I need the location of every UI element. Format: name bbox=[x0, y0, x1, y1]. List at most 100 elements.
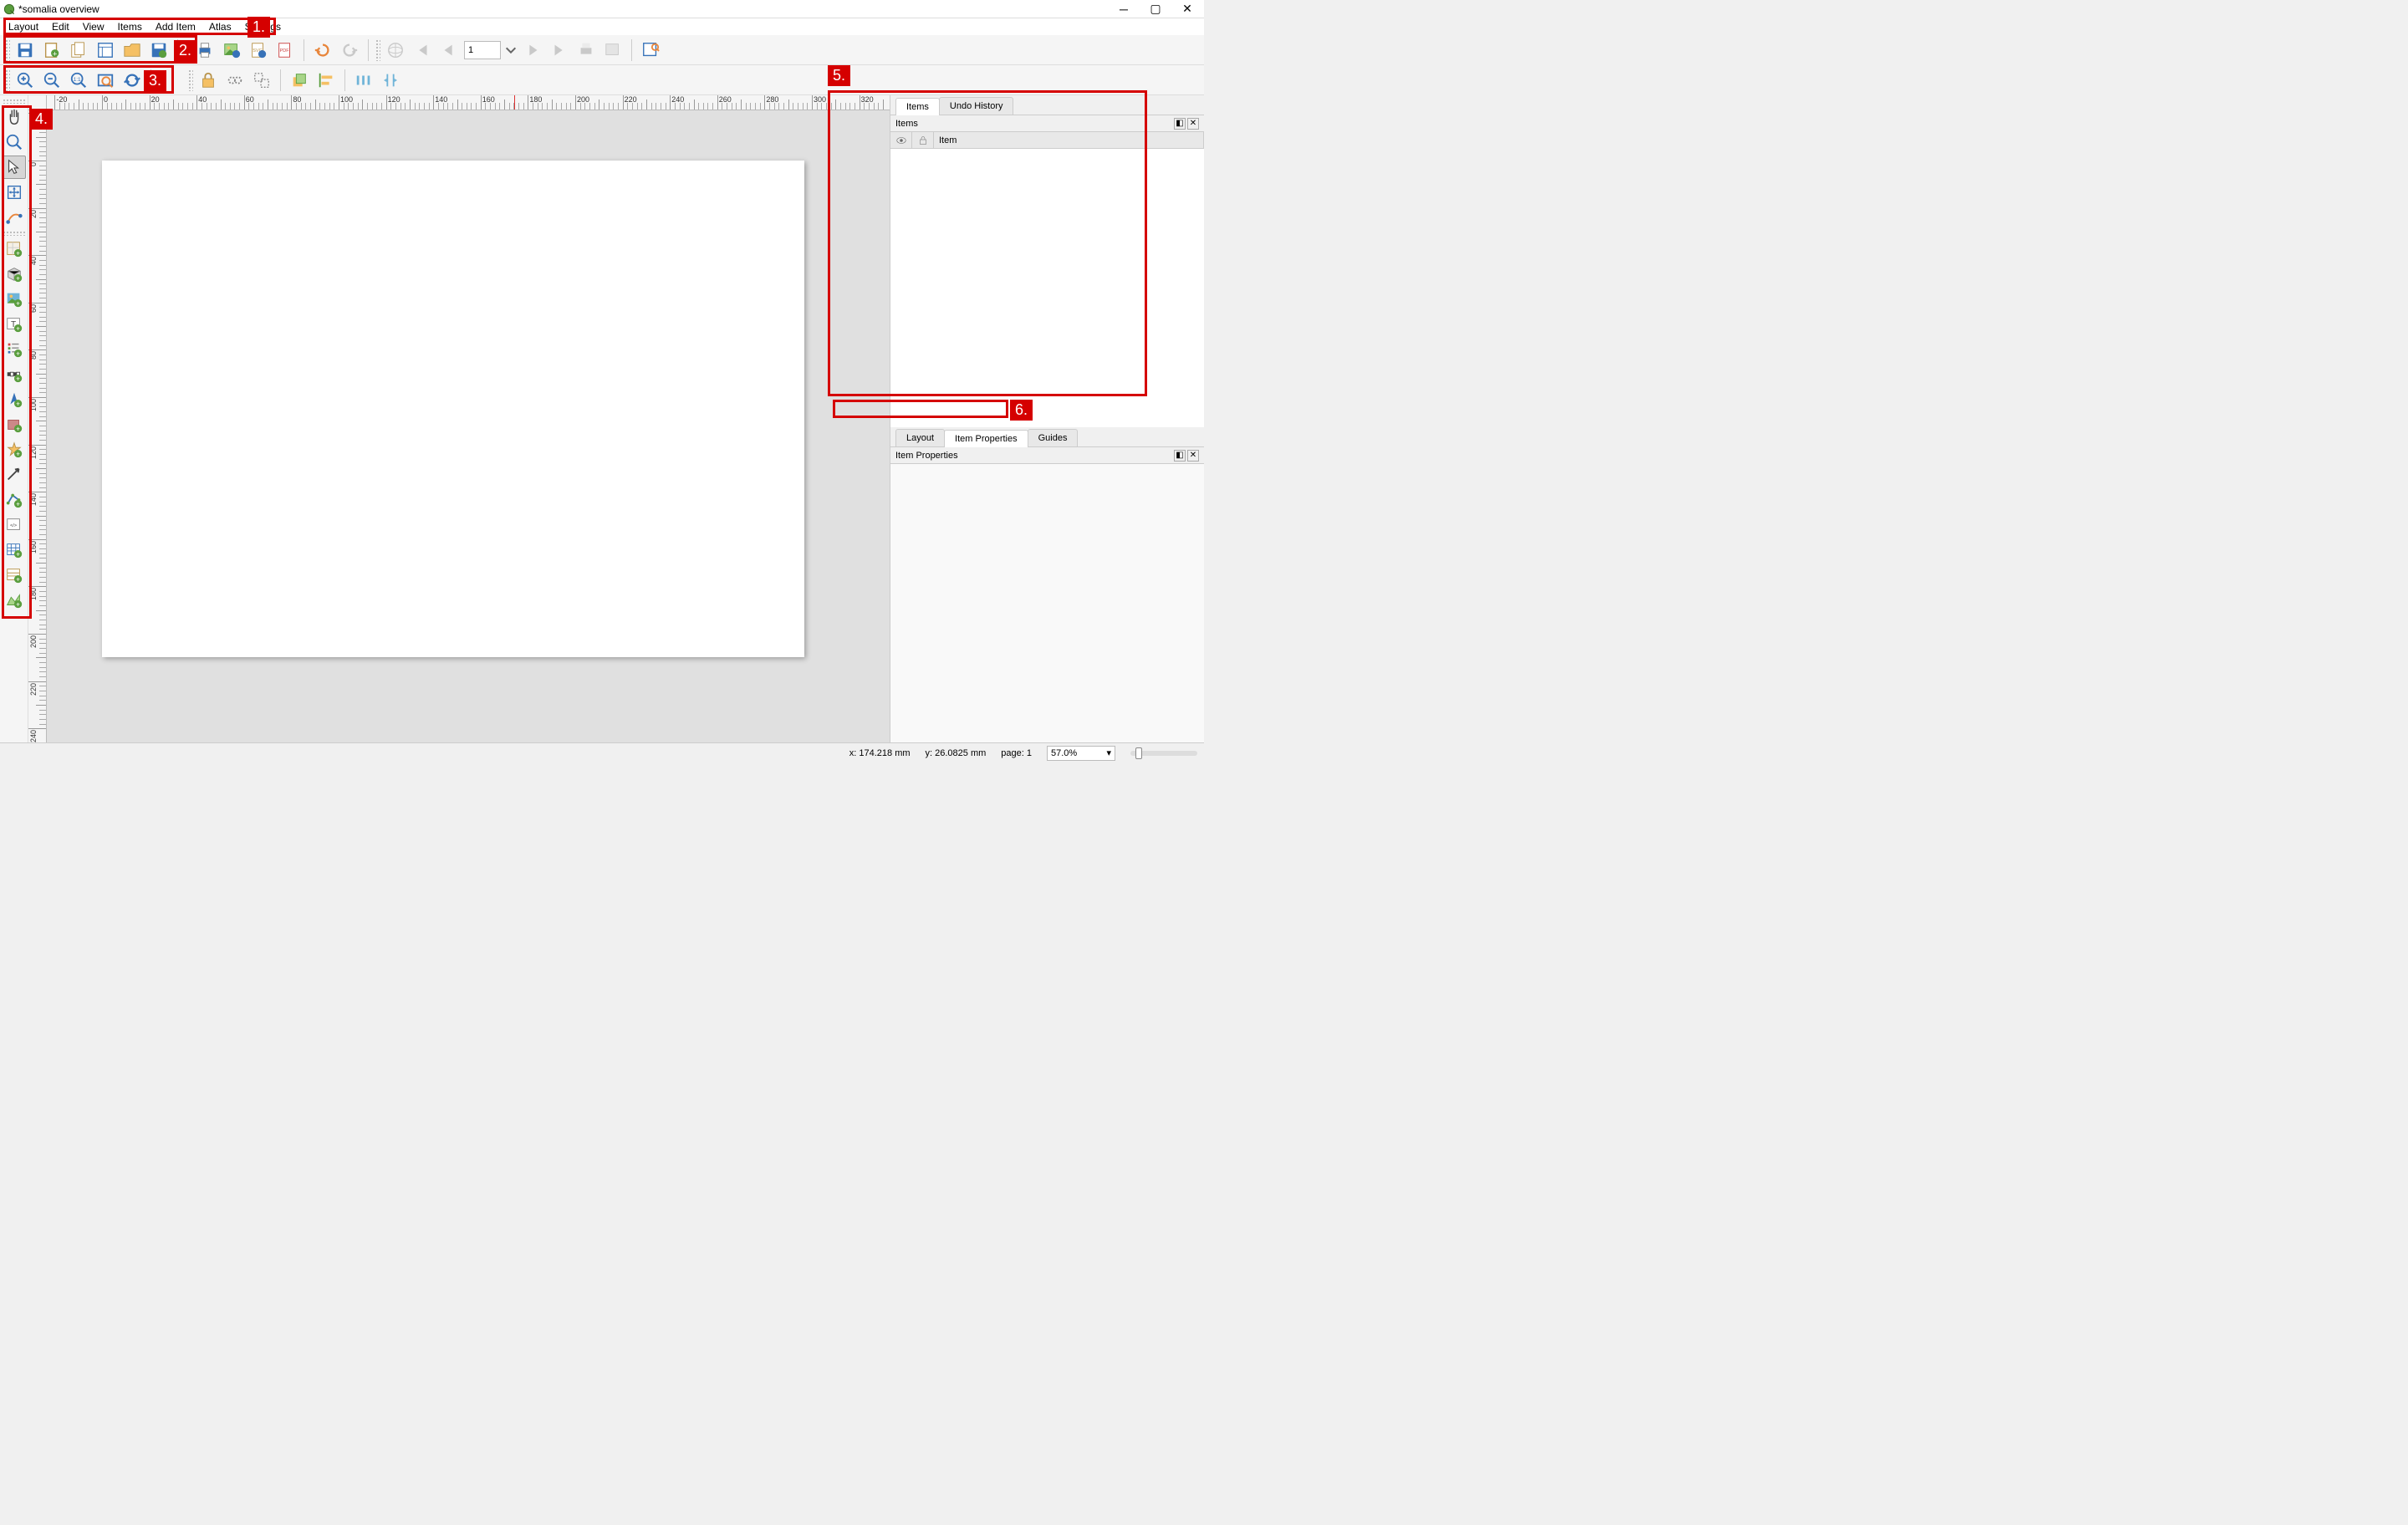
add-legend-tool[interactable]: + bbox=[3, 338, 26, 361]
toolbox-grip[interactable] bbox=[3, 231, 26, 236]
add-fixed-table-tool[interactable]: + bbox=[3, 564, 26, 587]
toolbar-grip[interactable] bbox=[5, 39, 10, 61]
atlas-page-dropdown[interactable] bbox=[504, 38, 518, 62]
add-3dmap-tool[interactable]: + bbox=[3, 263, 26, 286]
svg-text:+: + bbox=[16, 324, 20, 332]
atlas-export-image-button[interactable] bbox=[601, 38, 625, 62]
close-button[interactable]: ✕ bbox=[1179, 2, 1196, 17]
atlas-last-button[interactable] bbox=[548, 38, 571, 62]
zoom-tool[interactable] bbox=[3, 130, 26, 154]
tab-items[interactable]: Items bbox=[895, 98, 940, 115]
zoom-select[interactable]: 57.0%▾ bbox=[1047, 746, 1115, 761]
maximize-button[interactable]: ▢ bbox=[1147, 2, 1164, 17]
atlas-page-input[interactable] bbox=[464, 41, 501, 59]
window-controls: ─ ▢ ✕ bbox=[1115, 2, 1196, 17]
pan-tool[interactable] bbox=[3, 105, 26, 129]
print-button[interactable] bbox=[193, 38, 217, 62]
toolbar-grip[interactable] bbox=[188, 69, 193, 91]
export-pdf-button[interactable]: PDF bbox=[273, 38, 297, 62]
atlas-print-button[interactable] bbox=[574, 38, 598, 62]
save-template-button[interactable] bbox=[147, 38, 171, 62]
export-image-button[interactable] bbox=[220, 38, 243, 62]
add-elevation-profile-tool[interactable]: + bbox=[3, 589, 26, 612]
atlas-first-button[interactable] bbox=[411, 38, 434, 62]
menu-items[interactable]: Items bbox=[111, 19, 149, 34]
menu-edit[interactable]: Edit bbox=[45, 19, 76, 34]
group-items-button[interactable] bbox=[250, 69, 273, 92]
refresh-button[interactable] bbox=[120, 69, 144, 92]
zoom-slider-thumb[interactable] bbox=[1135, 747, 1142, 759]
svg-text:+: + bbox=[16, 299, 20, 307]
minimize-button[interactable]: ─ bbox=[1115, 2, 1132, 17]
menu-layout[interactable]: Layout bbox=[2, 19, 45, 34]
add-scalebar-tool[interactable]: + bbox=[3, 363, 26, 386]
zoom-full-button[interactable] bbox=[94, 69, 117, 92]
zoom-slider[interactable] bbox=[1130, 751, 1197, 756]
panel-close-button[interactable]: ✕ bbox=[1187, 118, 1199, 130]
new-layout-button[interactable]: + bbox=[40, 38, 64, 62]
duplicate-layout-button[interactable] bbox=[67, 38, 90, 62]
svg-text:PDF: PDF bbox=[280, 48, 290, 53]
add-north-arrow-tool[interactable]: + bbox=[3, 388, 26, 411]
zoom-in-button[interactable] bbox=[13, 69, 37, 92]
atlas-settings-button[interactable] bbox=[639, 38, 662, 62]
add-shape-tool[interactable]: + bbox=[3, 413, 26, 436]
lock-items-button[interactable] bbox=[196, 69, 220, 92]
resize-narrowest-button[interactable] bbox=[379, 69, 402, 92]
atlas-prev-button[interactable] bbox=[437, 38, 461, 62]
svg-text:+: + bbox=[16, 349, 20, 357]
add-arrow-tool[interactable] bbox=[3, 463, 26, 487]
distribute-left-button[interactable] bbox=[352, 69, 375, 92]
tab-item-properties[interactable]: Item Properties bbox=[944, 430, 1028, 447]
atlas-preview-button[interactable] bbox=[384, 38, 407, 62]
zoom-out-button[interactable] bbox=[40, 69, 64, 92]
menu-atlas[interactable]: Atlas bbox=[202, 19, 238, 34]
layout-page[interactable] bbox=[102, 161, 804, 657]
item-properties-title: Item Properties bbox=[895, 451, 958, 461]
menu-add-item[interactable]: Add Item bbox=[149, 19, 202, 34]
unlock-items-button[interactable] bbox=[223, 69, 247, 92]
panel-close-button[interactable]: ✕ bbox=[1187, 450, 1199, 462]
eye-icon bbox=[895, 135, 907, 146]
layout-manager-button[interactable] bbox=[94, 38, 117, 62]
tab-layout[interactable]: Layout bbox=[895, 429, 945, 446]
col-lock[interactable] bbox=[912, 132, 934, 148]
col-visibility[interactable] bbox=[890, 132, 912, 148]
menu-view[interactable]: View bbox=[76, 19, 111, 34]
svg-text:+: + bbox=[16, 500, 20, 507]
edit-nodes-tool[interactable] bbox=[3, 206, 26, 229]
tab-guides[interactable]: Guides bbox=[1028, 429, 1079, 446]
annotation-label-5: 5. bbox=[828, 65, 850, 86]
canvas[interactable]: -200204060801001201401601802002202402602… bbox=[28, 95, 890, 742]
save-button[interactable] bbox=[13, 38, 37, 62]
redo-button[interactable] bbox=[338, 38, 361, 62]
toolbar-grip[interactable] bbox=[5, 69, 10, 91]
export-svg-button[interactable]: SVG bbox=[247, 38, 270, 62]
atlas-next-button[interactable] bbox=[521, 38, 544, 62]
col-item[interactable]: Item bbox=[934, 132, 1204, 148]
add-label-tool[interactable]: T+ bbox=[3, 313, 26, 336]
load-template-button[interactable] bbox=[120, 38, 144, 62]
zoom-actual-button[interactable]: 1:1 bbox=[67, 69, 90, 92]
properties-tabs: Layout Item Properties Guides bbox=[890, 427, 1204, 447]
move-content-tool[interactable] bbox=[3, 181, 26, 204]
items-list[interactable] bbox=[890, 149, 1204, 427]
tab-undo-history[interactable]: Undo History bbox=[939, 97, 1014, 115]
add-map-tool[interactable]: + bbox=[3, 237, 26, 261]
add-picture-tool[interactable]: + bbox=[3, 288, 26, 311]
toolbar-grip[interactable] bbox=[375, 39, 380, 61]
add-marker-tool[interactable]: + bbox=[3, 438, 26, 462]
select-tool[interactable] bbox=[3, 156, 26, 179]
chevron-down-icon: ▾ bbox=[1106, 747, 1111, 758]
toolbox-grip[interactable] bbox=[3, 99, 26, 104]
svg-text:+: + bbox=[16, 600, 20, 608]
undo-button[interactable] bbox=[311, 38, 334, 62]
add-node-item-tool[interactable]: + bbox=[3, 488, 26, 512]
raise-button[interactable] bbox=[288, 69, 311, 92]
panel-undock-button[interactable]: ◧ bbox=[1174, 450, 1186, 462]
svg-text:+: + bbox=[16, 550, 20, 558]
add-attribute-table-tool[interactable]: + bbox=[3, 538, 26, 562]
panel-undock-button[interactable]: ◧ bbox=[1174, 118, 1186, 130]
align-left-button[interactable] bbox=[314, 69, 338, 92]
add-html-tool[interactable]: </> bbox=[3, 513, 26, 537]
